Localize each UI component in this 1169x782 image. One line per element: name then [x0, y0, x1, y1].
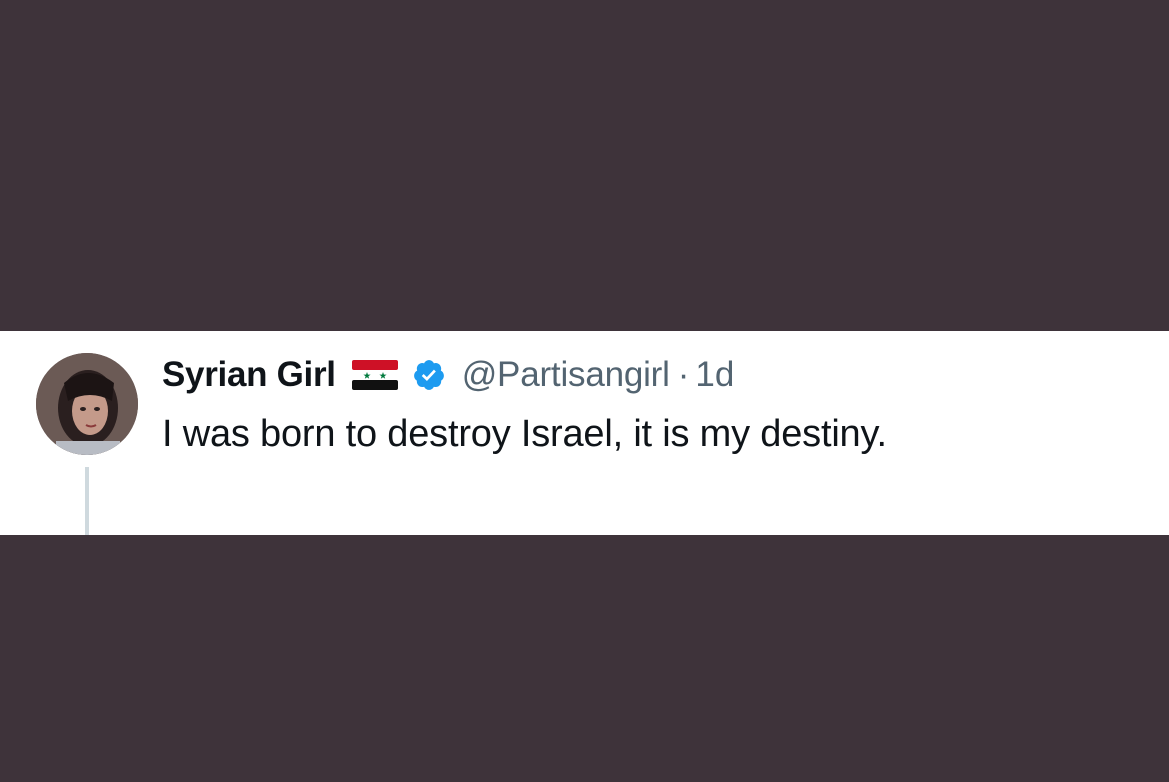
screenshot-frame: Syrian Girl @Partisangirl · 1d I was bor… — [0, 0, 1169, 782]
tweet-card[interactable]: Syrian Girl @Partisangirl · 1d I was bor… — [0, 331, 1169, 535]
user-handle[interactable]: @Partisangirl — [462, 355, 670, 395]
display-name[interactable]: Syrian Girl — [162, 355, 336, 395]
syria-flag-icon — [351, 360, 398, 390]
avatar[interactable] — [36, 353, 138, 455]
tweet-header: Syrian Girl @Partisangirl · 1d — [162, 351, 734, 399]
timestamp[interactable]: 1d — [695, 355, 734, 395]
tweet-text: I was born to destroy Israel, it is my d… — [162, 413, 887, 455]
thread-line — [85, 467, 89, 535]
separator-dot: · — [677, 355, 690, 394]
verified-badge-icon — [412, 358, 446, 392]
